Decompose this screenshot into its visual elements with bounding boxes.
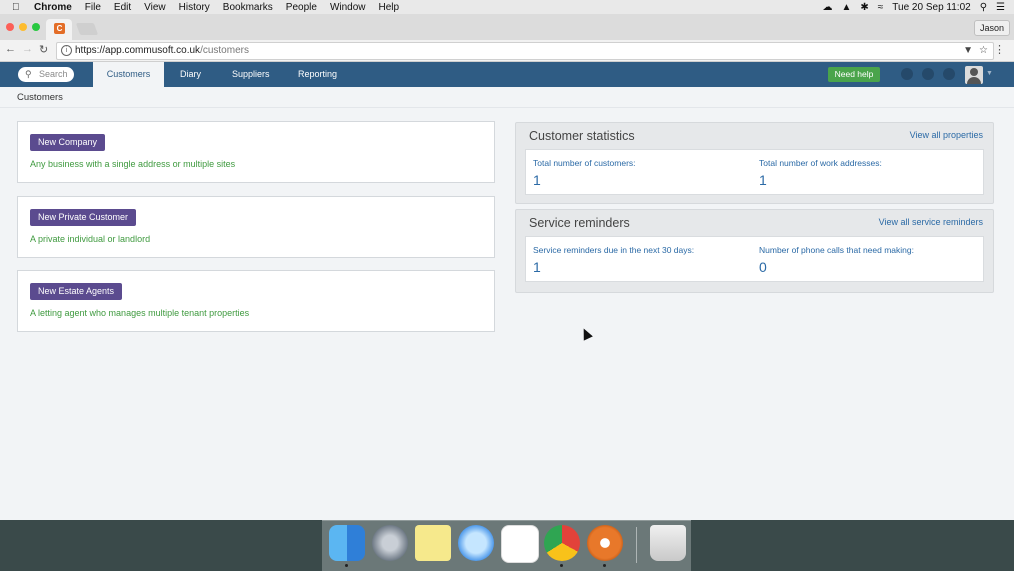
slack-icon[interactable] <box>501 525 539 563</box>
need-help-button[interactable]: Need help <box>828 67 880 82</box>
extension-icon[interactable]: ▼ <box>963 43 973 59</box>
url-path: /customers <box>200 45 249 56</box>
menu-edit[interactable]: Edit <box>114 2 131 13</box>
mac-menubar:  Chrome File Edit View History Bookmark… <box>0 0 1014 14</box>
breadcrumb-divider <box>0 107 1014 108</box>
address-bar[interactable]: i https://app.commusoft.co.uk/customers … <box>56 42 994 60</box>
menu-bookmarks[interactable]: Bookmarks <box>223 2 273 13</box>
cloud-icon[interactable]: ☁ <box>823 2 833 13</box>
messages-icon[interactable] <box>458 525 494 561</box>
total-work-addresses-value[interactable]: 1 <box>759 172 767 188</box>
menu-window[interactable]: Window <box>330 2 366 13</box>
app-navbar: ⚲ Search Customers Diary Suppliers Repor… <box>0 62 1014 87</box>
forward-icon[interactable]: → <box>22 43 33 55</box>
commusoft-icon[interactable] <box>587 525 623 561</box>
minimize-window-icon[interactable] <box>19 23 27 31</box>
new-estate-agents-button[interactable]: New Estate Agents <box>30 283 122 300</box>
trash-icon[interactable] <box>650 525 686 561</box>
globe-icon[interactable] <box>922 68 934 80</box>
new-private-customer-button[interactable]: New Private Customer <box>30 209 136 226</box>
info-icon[interactable]: i <box>61 45 72 56</box>
total-customers-value[interactable]: 1 <box>533 172 541 188</box>
tab-diary[interactable]: Diary <box>180 62 201 87</box>
dock-separator <box>636 527 637 563</box>
notification-center-icon[interactable]: ☰ <box>996 2 1005 13</box>
search-input[interactable]: ⚲ Search <box>18 67 74 82</box>
view-all-properties-link[interactable]: View all properties <box>910 130 983 140</box>
menu-people[interactable]: People <box>286 2 317 13</box>
reminders-due-label[interactable]: Service reminders due in the next 30 day… <box>533 245 694 255</box>
service-reminders-title: Service reminders <box>529 216 630 230</box>
bookmark-star-icon[interactable]: ☆ <box>979 43 988 59</box>
menu-file[interactable]: File <box>85 2 101 13</box>
menubar-clock[interactable]: Tue 20 Sep 11:02 <box>892 2 970 13</box>
view-all-service-reminders-link[interactable]: View all service reminders <box>879 217 983 227</box>
avatar-body <box>967 77 981 84</box>
url-host: https://app.commusoft.co.uk <box>75 45 200 56</box>
tab-suppliers[interactable]: Suppliers <box>232 62 270 87</box>
main-content: Customers New Company Any business with … <box>0 87 1014 520</box>
apple-menu-icon[interactable]:  <box>12 2 24 13</box>
tab-customers[interactable]: Customers <box>93 62 164 87</box>
customer-statistics-body: Total number of customers: 1 Total numbe… <box>525 149 984 195</box>
address-url: https://app.commusoft.co.uk/customers <box>75 43 249 59</box>
drive-icon[interactable]: ▲ <box>842 2 852 13</box>
total-customers-label[interactable]: Total number of customers: <box>533 158 636 168</box>
tab-reporting[interactable]: Reporting <box>298 62 337 87</box>
chrome-menu-icon[interactable]: ⋮ <box>994 43 1005 56</box>
chat-icon[interactable] <box>901 68 913 80</box>
breadcrumb[interactable]: Customers <box>17 92 63 103</box>
avatar-head <box>970 68 978 76</box>
avatar[interactable] <box>965 66 983 84</box>
gear-icon[interactable] <box>943 68 955 80</box>
menubar-status-area: ☁ ▲ ✱ ≈ Tue 20 Sep 11:02 ⚲ ☰ <box>823 0 1014 14</box>
service-reminders-panel: Service reminders View all service remin… <box>515 209 994 293</box>
customer-statistics-panel: Customer statistics View all properties … <box>515 122 994 204</box>
phone-calls-label[interactable]: Number of phone calls that need making: <box>759 245 914 255</box>
new-estate-agents-card: New Estate Agents A letting agent who ma… <box>17 270 495 332</box>
wifi-icon[interactable]: ≈ <box>878 2 884 13</box>
search-placeholder: Search <box>39 67 68 82</box>
zoom-window-icon[interactable] <box>32 23 40 31</box>
reminders-due-value[interactable]: 1 <box>533 259 541 275</box>
menu-view[interactable]: View <box>144 2 166 13</box>
search-icon: ⚲ <box>25 67 32 82</box>
reload-icon[interactable]: ↻ <box>39 43 48 56</box>
customer-statistics-title: Customer statistics <box>529 129 635 143</box>
new-private-customer-description: A private individual or landlord <box>30 234 150 244</box>
menu-app-name[interactable]: Chrome <box>34 2 72 13</box>
spotlight-icon[interactable]: ⚲ <box>980 2 987 13</box>
commusoft-favicon-icon: C <box>54 23 65 34</box>
close-window-icon[interactable] <box>6 23 14 31</box>
new-tab-button[interactable] <box>76 23 98 35</box>
back-icon[interactable]: ← <box>5 43 16 55</box>
new-private-customer-card: New Private Customer A private individua… <box>17 196 495 258</box>
chevron-down-icon[interactable]: ▼ <box>986 70 993 77</box>
browser-toolbar: ← → ↻ i https://app.commusoft.co.uk/cust… <box>0 40 1014 62</box>
browser-titlebar: C Jason <box>0 14 1014 41</box>
commusoft-running-indicator <box>603 564 606 567</box>
finder-running-indicator <box>345 564 348 567</box>
finder-icon[interactable] <box>329 525 365 561</box>
new-company-button[interactable]: New Company <box>30 134 105 151</box>
menu-history[interactable]: History <box>179 2 210 13</box>
chrome-running-indicator <box>560 564 563 567</box>
total-work-addresses-label[interactable]: Total number of work addresses: <box>759 158 882 168</box>
chrome-icon[interactable] <box>544 525 580 561</box>
phone-calls-value[interactable]: 0 <box>759 259 767 275</box>
launchpad-icon[interactable] <box>372 525 408 561</box>
bluetooth-icon[interactable]: ✱ <box>860 2 868 13</box>
new-company-description: Any business with a single address or mu… <box>30 159 235 169</box>
menu-help[interactable]: Help <box>379 2 400 13</box>
service-reminders-body: Service reminders due in the next 30 day… <box>525 236 984 282</box>
browser-tab[interactable]: C <box>46 19 72 40</box>
new-company-card: New Company Any business with a single a… <box>17 121 495 183</box>
profile-button[interactable]: Jason <box>974 20 1010 36</box>
notes-icon[interactable] <box>415 525 451 561</box>
new-estate-agents-description: A letting agent who manages multiple ten… <box>30 308 249 318</box>
